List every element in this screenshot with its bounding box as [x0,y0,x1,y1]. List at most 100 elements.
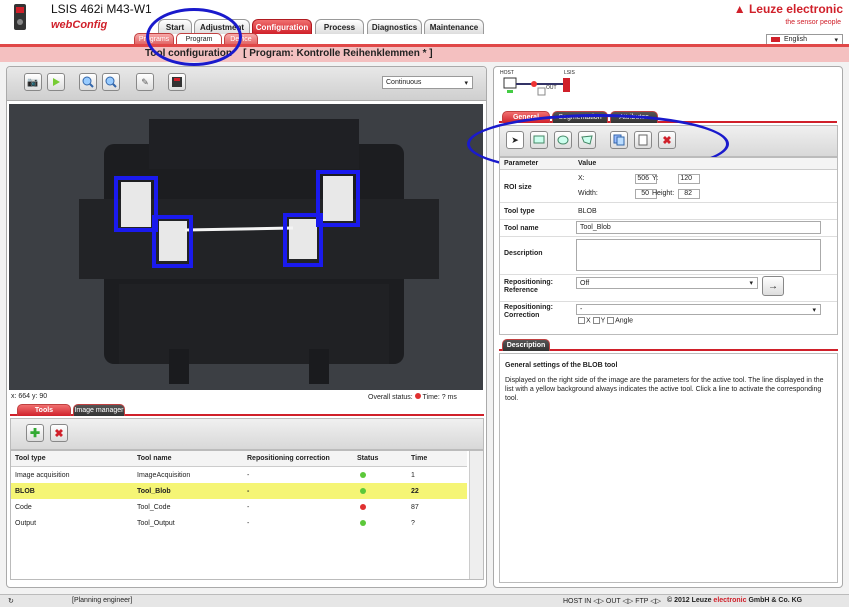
repos-reference-label: Repositioning: Reference [504,279,553,294]
tool-settings-button[interactable]: ✎ [136,73,154,91]
cell-repos: - [247,503,250,511]
delete-tool-button[interactable]: ✖ [50,424,68,442]
description-input[interactable] [576,239,821,271]
cell-time: 22 [411,487,419,495]
check-angle-label: Angle [615,317,634,325]
camera-image[interactable] [9,104,483,390]
tab-diagnostics[interactable]: Diagnostics [367,19,422,34]
cell-repos: - [247,487,250,495]
col-tool-type[interactable]: Tool type [15,455,46,462]
add-tool-button[interactable]: ✚ [26,424,44,442]
tool-name-label: Tool name [504,225,539,232]
teach-reference-button[interactable]: → [762,276,784,296]
parameter-table: Parameter Value ROI size X: 506 Y: 120 W… [499,157,838,335]
height-label: Height: [652,190,675,197]
play-icon [53,78,60,86]
tool-name-input[interactable]: Tool_Blob [576,221,821,234]
cell-type: Code [15,503,32,511]
table-row[interactable]: Image acquisition ImageAcquisition - 1 [11,467,467,483]
correction-checkboxes: X Y Angle [578,317,633,324]
wrench-icon: ✎ [141,76,149,87]
chevron-down-icon: ▾ [834,36,838,44]
refresh-icon[interactable]: ↻ [8,597,14,605]
save-icon [172,77,182,87]
app-subtitle: webConfig [51,19,108,31]
width-label: Width: [578,190,598,197]
table-row-active[interactable]: BLOB Tool_Blob - 22 [11,483,467,499]
repos-correction-value: - [580,306,583,313]
tab-process[interactable]: Process [315,19,364,34]
divider [500,236,837,237]
brand-tagline: the sensor people [785,19,841,26]
io-signals: HOST IN ◁▷ OUT ◁▷ FTP ◁▷ [563,598,662,605]
camera-button[interactable]: 📷 [24,73,42,91]
tab-image-manager[interactable]: Image manager [73,404,125,416]
divider [500,219,837,220]
param-header [500,158,837,170]
cell-repos: - [247,471,250,479]
y-label: Y: [652,175,659,182]
delete-icon: ✖ [54,427,64,440]
roi-size-label: ROI size [504,184,532,191]
copyright-prefix: © 2012 Leuze [667,597,712,604]
tab-configuration[interactable]: Configuration [252,19,312,34]
status-ok-icon [360,472,366,478]
cell-time: 87 [411,503,419,511]
save-image-button[interactable] [168,73,186,91]
table-row[interactable]: Output Tool_Output - ? [11,515,467,531]
description-panel: General settings of the BLOB tool Displa… [499,353,838,583]
tab-description[interactable]: Description [502,339,550,351]
col-tool-name[interactable]: Tool name [137,455,171,462]
cell-time: ? [411,519,415,527]
check-x[interactable] [578,317,585,324]
camera-icon: 📷 [27,76,39,87]
chevron-down-icon: ▾ [464,79,468,87]
highlight-oval-tabs [146,8,242,66]
arrow-right-icon: → [768,280,778,292]
divider [500,202,837,203]
brand-logo: ▲ Leuze electronic [733,2,843,16]
zoom-out-button[interactable] [102,73,120,91]
status-bar: ↻ [Planning engineer] HOST IN ◁▷ OUT ◁▷ … [0,594,849,607]
cell-time: 1 [411,471,415,479]
table-header: Tool type Tool name Repositioning correc… [11,451,467,467]
tools-table: Tool type Tool name Repositioning correc… [10,450,484,580]
copyright: © 2012 Leuze electronic GmbH & Co. KG [667,597,802,604]
language-value: English [784,36,807,43]
user-role: [Planning engineer] [72,597,133,604]
cursor-coordinates: x: 664 y: 90 [11,393,48,400]
roi-y-input[interactable]: 120 [678,174,700,184]
status-ok-icon [360,520,366,526]
plus-icon: ✚ [29,426,41,440]
col-status[interactable]: Status [357,455,378,462]
table-scrollbar[interactable] [469,451,483,579]
x-label: X: [578,175,585,182]
col-time[interactable]: Time [411,455,427,462]
cell-name: Tool_Blob [137,487,171,495]
repos-correction-select[interactable]: - ▾ [576,304,821,315]
time-label: Time: ? ms [422,394,457,401]
zoom-in-button[interactable] [79,73,97,91]
app-title: LSIS 462i M43-W1 [51,2,152,16]
tab-maintenance[interactable]: Maintenance [424,19,484,34]
cell-type: Image acquisition [15,471,70,479]
check-y[interactable] [592,317,600,324]
cell-name: Tool_Code [137,503,171,511]
status-dot-icon [414,393,421,399]
table-row[interactable]: Code Tool_Code - 87 [11,499,467,515]
play-button[interactable] [47,73,65,91]
repos-reference-select[interactable]: Off ▾ [576,277,758,289]
check-angle[interactable] [607,317,615,324]
tab-tools[interactable]: Tools [17,404,71,416]
flag-icon [770,36,781,43]
chevron-down-icon: ▾ [749,280,753,287]
terminal-block-image [9,104,483,390]
out-label: OUT [546,85,557,91]
roi-height-input[interactable]: 82 [678,189,700,199]
status-error-icon [360,504,366,510]
zoom-in-icon [82,76,94,88]
tools-toolbar [10,418,484,450]
acquisition-mode-select[interactable]: Continuous ▾ [382,76,473,89]
col-repositioning[interactable]: Repositioning correction [247,455,330,462]
cell-repos: - [247,519,250,527]
